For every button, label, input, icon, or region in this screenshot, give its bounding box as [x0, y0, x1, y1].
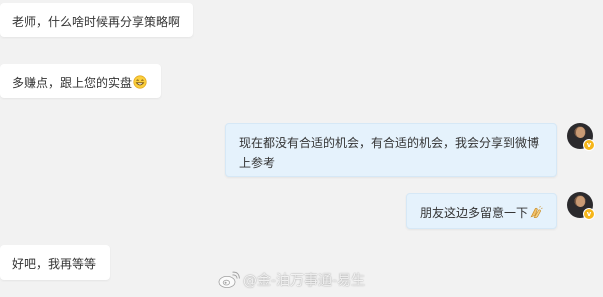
- incoming-message-bubble: 多赚点，跟上您的实盘: [0, 64, 161, 98]
- message-text: 多赚点，跟上您的实盘: [12, 76, 133, 90]
- watermark: @金-油万事通-易生: [218, 270, 365, 290]
- outgoing-message-bubble: 现在都没有合适的机会，有合适的机会，我会分享到微博上参考: [225, 123, 557, 177]
- watermark-text: @金-油万事通-易生: [243, 273, 366, 289]
- message-text: 现在都没有合适的机会，有合适的机会，我会分享到微博上参考: [239, 136, 540, 170]
- verified-v-icon: v: [583, 208, 595, 220]
- clapping-hands-emoji-icon: [529, 205, 543, 225]
- message-text: 朋友这边多留意一下: [420, 206, 529, 220]
- message-text: 好吧，我再等等: [12, 257, 97, 271]
- avatar-photo: [576, 196, 585, 207]
- outgoing-message-bubble: 朋友这边多留意一下: [406, 193, 557, 229]
- message-text: 老师，什么啥时候再分享策略啊: [12, 15, 181, 29]
- incoming-message-bubble: 好吧，我再等等: [0, 245, 110, 280]
- incoming-message-bubble: 老师，什么啥时候再分享策略啊: [0, 3, 193, 37]
- verified-v-icon: v: [583, 139, 595, 151]
- avatar[interactable]: v: [567, 123, 595, 151]
- avatar[interactable]: v: [567, 192, 595, 220]
- avatar-photo: [576, 127, 585, 138]
- weibo-logo-icon: [218, 271, 240, 288]
- smiling-face-emoji-icon: [133, 75, 147, 95]
